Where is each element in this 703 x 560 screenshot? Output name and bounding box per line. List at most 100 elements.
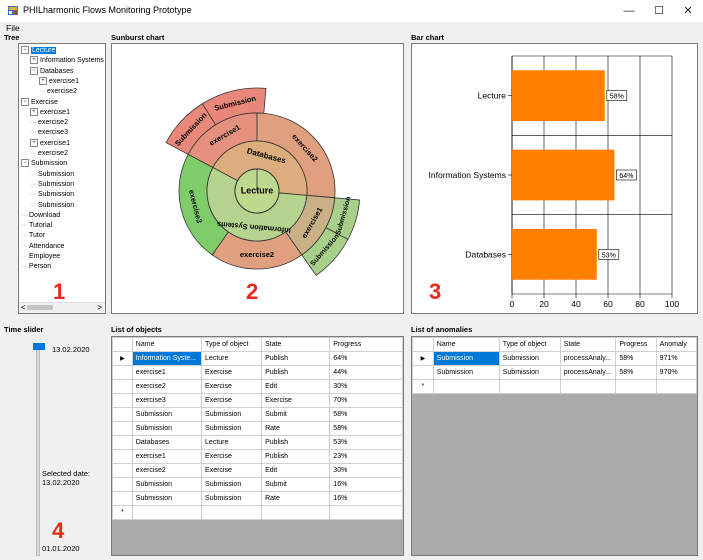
tree-node[interactable]: − Lecture bbox=[21, 46, 57, 55]
tree-node-label[interactable]: exercise2 bbox=[38, 119, 68, 126]
tree-node[interactable]: ···Submission bbox=[30, 190, 74, 199]
tree-panel[interactable]: − Lecture + Information Systems − Databases + e… bbox=[18, 43, 106, 314]
tree-node-label[interactable]: Submission bbox=[38, 202, 74, 209]
bar[interactable] bbox=[512, 70, 605, 122]
table-cell[interactable]: Submission bbox=[131, 421, 203, 436]
tree-expand-icon[interactable]: + bbox=[30, 138, 38, 147]
table-cell[interactable]: 58% bbox=[329, 407, 403, 422]
tree-node[interactable]: − Databases bbox=[30, 66, 73, 76]
table-row[interactable]: exercise2 Exercise Edit 30% bbox=[112, 379, 403, 394]
row-header[interactable] bbox=[112, 449, 133, 464]
tree-node[interactable]: + exercise1 bbox=[39, 77, 79, 86]
tree-node-label[interactable]: Employee bbox=[29, 253, 60, 260]
table-cell[interactable]: Exercise bbox=[201, 365, 263, 380]
table-cell[interactable]: Submission bbox=[131, 407, 203, 422]
row-header[interactable] bbox=[112, 407, 133, 422]
tree-node[interactable]: ···Submission bbox=[30, 180, 74, 189]
table-cell[interactable]: Submission bbox=[432, 351, 500, 366]
table-row[interactable]: Submission Submission Rate 58% bbox=[112, 421, 403, 436]
tree-node-label[interactable]: Submission bbox=[38, 181, 74, 188]
tree-node-label[interactable]: exercise2 bbox=[47, 88, 77, 95]
column-header[interactable]: Type of object bbox=[498, 337, 561, 352]
table-cell[interactable]: Exercise bbox=[261, 393, 331, 408]
column-header[interactable]: Progress bbox=[615, 337, 657, 352]
tree-node-label[interactable]: exercise1 bbox=[40, 140, 70, 147]
table-cell[interactable]: processAnaly... bbox=[559, 351, 617, 366]
table-cell[interactable]: Edit bbox=[261, 463, 331, 478]
table-cell[interactable]: exercise2 bbox=[131, 379, 203, 394]
table-cell[interactable]: 64% bbox=[329, 351, 403, 366]
table-cell[interactable]: Databases bbox=[131, 435, 203, 450]
time-slider-track[interactable] bbox=[36, 349, 40, 556]
table-cell[interactable]: 58% bbox=[615, 351, 657, 366]
column-header[interactable]: Name bbox=[131, 337, 203, 352]
row-header[interactable] bbox=[112, 365, 133, 380]
row-header[interactable] bbox=[112, 393, 133, 408]
table-cell[interactable]: Exercise bbox=[201, 463, 263, 478]
table-cell[interactable]: Publish bbox=[261, 351, 331, 366]
table-cell[interactable] bbox=[261, 505, 331, 520]
tree-node-label[interactable]: exercise3 bbox=[38, 129, 68, 136]
table-cell[interactable] bbox=[329, 505, 403, 520]
table-cell[interactable]: Edit bbox=[261, 379, 331, 394]
tree-node-label[interactable]: Submission bbox=[38, 191, 74, 198]
tree-node[interactable]: + exercise1 bbox=[30, 138, 70, 148]
table-cell[interactable]: 30% bbox=[329, 463, 403, 478]
table-cell[interactable] bbox=[615, 379, 657, 394]
table-cell[interactable]: 58% bbox=[615, 365, 657, 380]
table-cell[interactable]: Submission bbox=[201, 491, 263, 506]
maximize-button[interactable]: ☐ bbox=[648, 3, 670, 19]
tree-node[interactable]: ···Attendance bbox=[21, 242, 64, 251]
table-cell[interactable]: Submission bbox=[201, 421, 263, 436]
row-header[interactable] bbox=[112, 463, 133, 478]
tree-node-label[interactable]: Databases bbox=[40, 68, 73, 75]
table-cell[interactable]: 70% bbox=[329, 393, 403, 408]
table-cell[interactable]: exercise3 bbox=[131, 393, 203, 408]
tree-node-label[interactable]: Tutor bbox=[29, 232, 45, 239]
row-header[interactable] bbox=[112, 491, 133, 506]
table-cell[interactable]: 44% bbox=[329, 365, 403, 380]
row-header[interactable]: ▶ bbox=[112, 351, 133, 366]
tree-expand-icon[interactable]: + bbox=[39, 77, 47, 86]
tree-node-label[interactable]: Submission bbox=[38, 171, 74, 178]
table-row[interactable]: Submission Submission processAnaly... 58% 97… bbox=[412, 365, 697, 380]
table-cell[interactable]: 971% bbox=[655, 351, 697, 366]
table-cell[interactable]: 23% bbox=[329, 449, 403, 464]
table-cell[interactable]: Submission bbox=[432, 365, 500, 380]
tree-node[interactable]: ···exercise2 bbox=[30, 118, 68, 127]
tree-node[interactable]: − Exercise bbox=[21, 97, 58, 107]
table-cell[interactable] bbox=[201, 505, 263, 520]
minimize-button[interactable]: — bbox=[618, 3, 640, 19]
close-button[interactable]: ✕ bbox=[677, 3, 699, 19]
table-cell[interactable]: 16% bbox=[329, 477, 403, 492]
table-cell[interactable]: Submit bbox=[261, 407, 331, 422]
table-cell[interactable]: Lecture bbox=[201, 435, 263, 450]
tree-collapse-icon[interactable]: − bbox=[21, 159, 29, 168]
tree-node[interactable]: ···Person bbox=[21, 262, 51, 271]
tree-node[interactable]: ···exercise3 bbox=[30, 128, 68, 137]
bar-chart[interactable]: 0 20 40 60 80 100 Lecture 58% Information System… bbox=[412, 44, 697, 313]
column-header[interactable]: State bbox=[559, 337, 617, 352]
table-cell[interactable]: Rate bbox=[261, 491, 331, 506]
column-header[interactable]: Progress bbox=[329, 337, 403, 352]
table-cell[interactable]: Submission bbox=[201, 407, 263, 422]
time-slider-thumb[interactable] bbox=[33, 343, 45, 350]
scroll-thumb[interactable] bbox=[27, 305, 53, 310]
table-cell[interactable]: Submission bbox=[498, 351, 561, 366]
column-header[interactable]: Name bbox=[432, 337, 500, 352]
tree-node-label[interactable]: Information Systems bbox=[40, 57, 104, 64]
tree-collapse-icon[interactable]: − bbox=[21, 97, 29, 106]
tree-node-label[interactable]: Tutorial bbox=[29, 222, 52, 229]
tree-node-label[interactable]: Person bbox=[29, 263, 51, 270]
table-cell[interactable]: 16% bbox=[329, 491, 403, 506]
table-row[interactable]: exercise1 Exercise Publish 44% bbox=[112, 365, 403, 380]
tree-node[interactable]: ···exercise2 bbox=[39, 87, 77, 96]
tree-node[interactable]: ···exercise2 bbox=[30, 149, 68, 158]
column-header[interactable]: Type of object bbox=[201, 337, 263, 352]
table-cell[interactable]: Exercise bbox=[201, 449, 263, 464]
table-row[interactable]: ▶ Submission Submission processAnaly... 58% 9… bbox=[412, 351, 697, 366]
table-row[interactable]: Submission Submission Rate 16% bbox=[112, 491, 403, 506]
tree-node-label[interactable]: exercise1 bbox=[40, 109, 70, 116]
row-header[interactable] bbox=[112, 477, 133, 492]
row-header[interactable] bbox=[112, 435, 133, 450]
